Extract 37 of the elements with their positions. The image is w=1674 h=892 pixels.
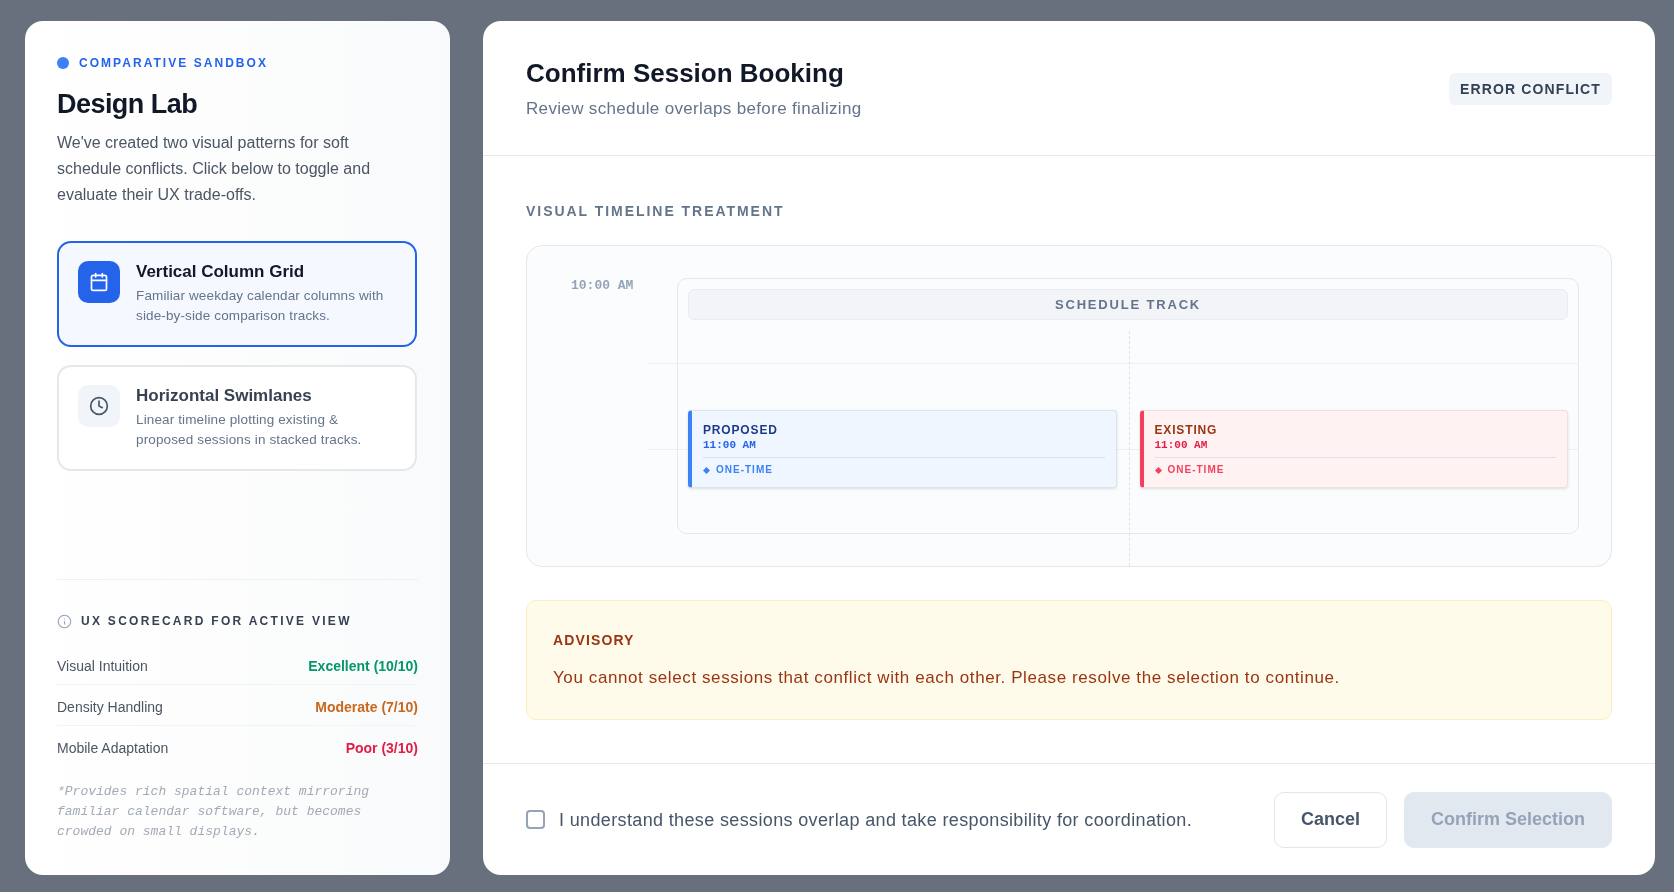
diamond-icon [703, 466, 710, 474]
layout-option[interactable]: Horizontal Swimlanes Linear timeline plotting existing & proposed sessions in stacked tracks. [57, 365, 417, 471]
metric-rating: Poor (3/10) [345, 739, 418, 758]
session-recurrence: ONE-TIME [716, 464, 773, 476]
layout-option[interactable]: Vertical Column Grid Familiar weekday calendar columns with side-by-side comparison tracks. [57, 241, 417, 347]
session-time: 11:00 AM [1154, 438, 1209, 452]
track-title: SCHEDULE TRACK [688, 289, 1568, 320]
time-label: 10:00 AM [571, 278, 635, 294]
sidebar-title: Design Lab [57, 88, 199, 120]
session-label: PROPOSED [703, 423, 779, 438]
sidebar-description: We've created two visual patterns for soft schedule conflicts. Click below to toggle and evaluate their UX trade-offs. [57, 133, 372, 205]
checkbox-label: I understand these sessions overlap and take responsibility for coordination. [559, 808, 1193, 832]
dialog-subtitle: Review schedule overlaps before finalizing [526, 98, 862, 120]
cancel-button[interactable]: Cancel [1273, 791, 1387, 848]
session-recurrence: ONE-TIME [1167, 464, 1225, 476]
metric-rating: Moderate (7/10) [315, 698, 418, 717]
info-icon [57, 613, 72, 629]
session-label: EXISTING [1154, 423, 1219, 438]
session-time: 11:00 AM [703, 438, 757, 452]
diamond-icon [1154, 466, 1162, 474]
section-label: VISUAL TIMELINE TREATMENT [526, 202, 786, 221]
session-card[interactable]: PROPOSED 11:00 AM ONE-TIME [688, 410, 1117, 488]
eyebrow-label: COMPARATIVE SANDBOX [79, 55, 268, 71]
advisory-message: You cannot select sessions that conflict with each other. Please resolve the selection to continue. [553, 667, 1341, 689]
metric-label: Mobile Adaptation [57, 739, 169, 758]
metric-label: Visual Intuition [57, 657, 148, 676]
dialog-title: Confirm Session Booking [526, 57, 845, 89]
clock-icon [78, 385, 120, 427]
checkbox[interactable] [526, 810, 545, 829]
status-badge: ERROR CONFLICT [1449, 73, 1612, 105]
session-card[interactable]: EXISTING 11:00 AM ONE-TIME [1139, 410, 1568, 488]
scorecard-title: UX SCORECARD FOR ACTIVE VIEW [81, 613, 352, 629]
metric-label: Density Handling [57, 698, 163, 717]
advisory-title: ADVISORY [553, 631, 636, 650]
scorecard-footnote: *Provides rich spatial context mirroring familiar calendar software, but becomes crowded on small displays. [57, 783, 371, 841]
calendar-icon [78, 261, 120, 303]
metric-rating: Excellent (10/10) [308, 657, 418, 676]
